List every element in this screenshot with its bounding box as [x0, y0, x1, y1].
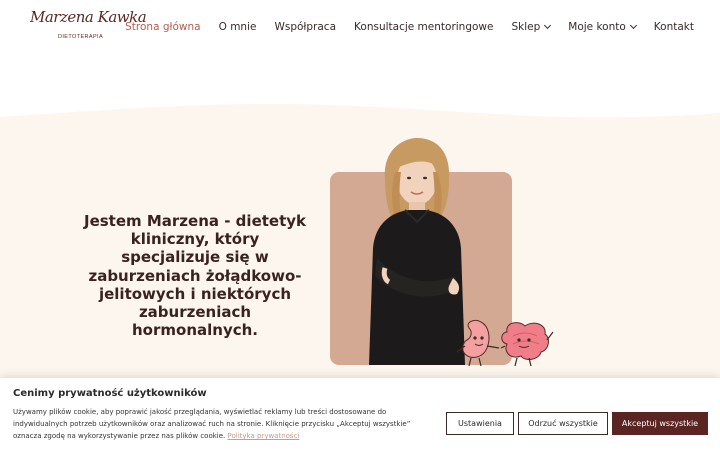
- cookie-accept-all-button[interactable]: Akceptuj wszystkie: [612, 412, 708, 435]
- nav-item-cooperation[interactable]: Współpraca: [274, 21, 336, 33]
- hero-headline: Jestem Marzena - dietetyk kliniczny, któ…: [83, 212, 307, 340]
- nav-item-label: Konsultacje mentoringowe: [354, 21, 494, 33]
- main-nav: Strona główna O mnie Współpraca Konsulta…: [125, 21, 694, 33]
- nav-item-label: Sklep: [511, 21, 541, 33]
- nav-item-contact[interactable]: Kontakt: [654, 21, 694, 33]
- chevron-down-icon: [629, 21, 637, 30]
- site-logo[interactable]: Marzena Kawka DIETOTERAPIA: [30, 8, 147, 50]
- site-header: Marzena Kawka DIETOTERAPIA Strona główna…: [0, 0, 720, 58]
- nav-item-label: Strona główna: [125, 21, 201, 33]
- nav-item-mentoring[interactable]: Konsultacje mentoringowe: [354, 21, 493, 33]
- nav-item-label: Moje konto: [568, 21, 626, 33]
- nav-item-about[interactable]: O mnie: [219, 21, 257, 33]
- nav-item-label: O mnie: [218, 21, 257, 33]
- nav-item-label: Współpraca: [274, 21, 337, 33]
- logo-subtitle: DIETOTERAPIA: [58, 34, 104, 40]
- cookie-description: Używamy plików cookie, aby poprawić jako…: [13, 406, 423, 442]
- cookie-reject-all-button[interactable]: Odrzuć wszystkie: [518, 412, 608, 435]
- cookie-title: Cenimy prywatność użytkowników: [13, 388, 207, 399]
- privacy-policy-link[interactable]: Polityka prywatności: [228, 432, 300, 440]
- nav-item-home[interactable]: Strona główna: [125, 21, 200, 33]
- nav-item-label: Kontakt: [653, 21, 694, 33]
- nav-item-account[interactable]: Moje konto: [568, 21, 637, 33]
- chevron-down-icon: [544, 21, 552, 30]
- cookie-body-text: Używamy plików cookie, aby poprawić jako…: [13, 408, 411, 440]
- cookie-settings-button[interactable]: Ustawienia: [446, 412, 514, 435]
- nav-item-shop[interactable]: Sklep: [511, 21, 552, 33]
- gut-mascots-illustration: [456, 319, 554, 367]
